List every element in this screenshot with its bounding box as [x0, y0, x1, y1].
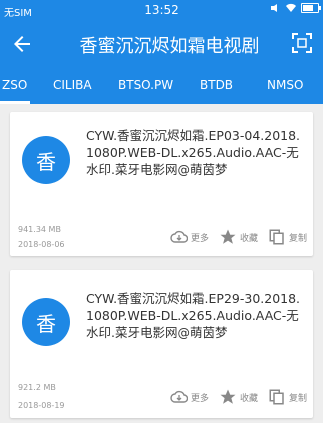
file-size: 921.2 MB: [18, 383, 56, 392]
result-card[interactable]: 香 CYW.香蜜沉沉烬如霜.EP29-30.2018.1080P.WEB-DL.…: [10, 270, 313, 418]
more-button[interactable]: 更多: [170, 230, 209, 244]
star-icon: [220, 229, 236, 244]
mute-icon: [271, 4, 277, 12]
page-title: 香蜜沉沉烬如霜电视剧: [79, 36, 260, 57]
copy-icon: [269, 389, 284, 405]
file-size: 941.34 MB: [18, 225, 61, 234]
tab-nmso[interactable]: NMSO: [267, 78, 303, 92]
file-date: 2018-08-19: [18, 401, 65, 410]
result-title: CYW.香蜜沉沉烬如霜.EP29-30.2018.1080P.WEB-DL.x2…: [86, 291, 301, 340]
status-bar: 无SIM 13:52: [0, 0, 323, 20]
result-actions: 更多 收藏 复制: [170, 388, 307, 406]
source-tabs: ZSO CILIBA BTSO.PW BTDB NMSO: [0, 68, 323, 104]
scan-icon[interactable]: [291, 32, 313, 54]
star-icon: [220, 389, 236, 404]
tab-btsopw[interactable]: BTSO.PW: [118, 78, 173, 92]
app-bar: 香蜜沉沉烬如霜电视剧: [0, 20, 323, 68]
battery-icon: [301, 3, 321, 13]
result-card[interactable]: 香 CYW.香蜜沉沉烬如霜.EP03-04.2018.1080P.WEB-DL.…: [10, 112, 313, 256]
wifi-icon: [286, 3, 296, 13]
favorite-label: 收藏: [239, 233, 258, 244]
tab-zso[interactable]: ZSO: [2, 78, 27, 92]
copy-button[interactable]: 复制: [268, 228, 307, 246]
cloud-download-icon: [170, 230, 188, 243]
tab-btdb[interactable]: BTDB: [200, 78, 233, 92]
more-label: 更多: [190, 233, 209, 244]
back-arrow-icon[interactable]: [10, 32, 34, 56]
copy-button[interactable]: 复制: [268, 388, 307, 406]
favorite-button[interactable]: 收藏: [219, 228, 258, 246]
active-tab-indicator: [0, 101, 30, 104]
copy-icon: [269, 229, 284, 245]
copy-label: 复制: [288, 393, 307, 404]
copy-label: 复制: [288, 233, 307, 244]
avatar: 香: [22, 298, 70, 346]
cloud-download-icon: [170, 390, 188, 403]
status-icons: [269, 3, 321, 13]
more-label: 更多: [190, 393, 209, 404]
avatar: 香: [22, 136, 70, 184]
favorite-label: 收藏: [239, 393, 258, 404]
result-actions: 更多 收藏 复制: [170, 228, 307, 246]
file-date: 2018-08-06: [18, 240, 65, 249]
tab-ciliba[interactable]: CILIBA: [53, 78, 92, 92]
result-title: CYW.香蜜沉沉烬如霜.EP03-04.2018.1080P.WEB-DL.x2…: [86, 128, 301, 177]
favorite-button[interactable]: 收藏: [219, 388, 258, 406]
more-button[interactable]: 更多: [170, 390, 209, 404]
